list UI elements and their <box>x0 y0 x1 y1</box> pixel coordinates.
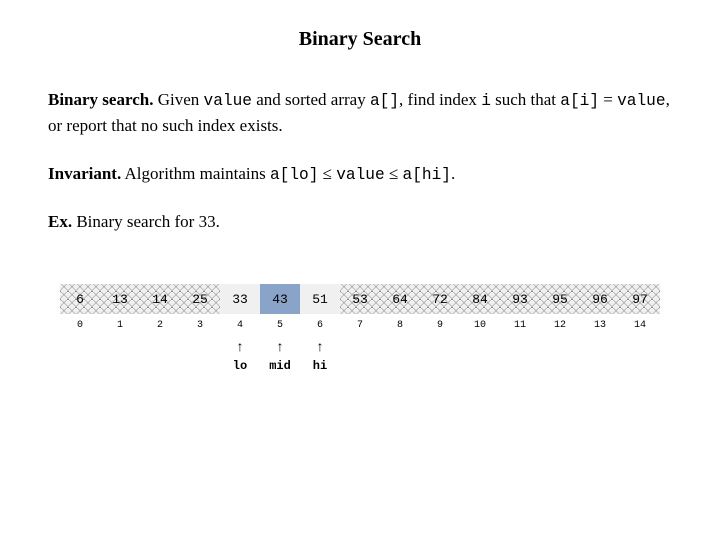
array-index: 11 <box>500 320 540 331</box>
array-index: 6 <box>300 320 340 331</box>
pointer-column <box>100 341 140 373</box>
array-index: 7 <box>340 320 380 331</box>
array-index: 12 <box>540 320 580 331</box>
inv-t1: Algorithm maintains <box>121 164 270 183</box>
def-lead: Binary search. <box>48 90 153 109</box>
pointer-column <box>540 341 580 373</box>
array-cell: 96 <box>580 284 620 314</box>
pointer-column: ↑ mid <box>260 341 300 373</box>
array-cell: 51 <box>300 284 340 314</box>
array-index: 9 <box>420 320 460 331</box>
pointer-column <box>180 341 220 373</box>
inv-c2: value <box>336 166 384 184</box>
def-c3: i <box>481 92 491 110</box>
array-index: 3 <box>180 320 220 331</box>
pointer-column <box>580 341 620 373</box>
pointer-column <box>60 341 100 373</box>
example-paragraph: Ex. Binary search for 33. <box>48 209 672 235</box>
pointer-column <box>420 341 460 373</box>
def-t2: and sorted array <box>252 90 370 109</box>
arrow-up-icon: ↑ <box>317 341 324 355</box>
array-index: 1 <box>100 320 140 331</box>
array-cell: 14 <box>140 284 180 314</box>
array-cells-row: 61314253343515364728493959697 <box>60 284 660 314</box>
arrow-up-icon: ↑ <box>277 341 284 355</box>
array-index: 0 <box>60 320 100 331</box>
definition-paragraph: Binary search. Given value and sorted ar… <box>48 87 672 139</box>
array-cell: 43 <box>260 284 300 314</box>
array-cell: 93 <box>500 284 540 314</box>
pointer-label: mid <box>269 359 291 373</box>
array-cell: 53 <box>340 284 380 314</box>
def-c4: a[i] <box>560 92 599 110</box>
array-diagram: 61314253343515364728493959697 0123456789… <box>48 284 672 373</box>
pointer-column <box>620 341 660 373</box>
array-cell: 95 <box>540 284 580 314</box>
def-t4: such that <box>491 90 560 109</box>
array-cell: 64 <box>380 284 420 314</box>
array-index: 10 <box>460 320 500 331</box>
array-indices-row: 01234567891011121314 <box>60 320 660 331</box>
pointer-column <box>380 341 420 373</box>
inv-le1: ≤ <box>318 164 336 183</box>
array-index: 14 <box>620 320 660 331</box>
inv-c1: a[lo] <box>270 166 318 184</box>
pointer-column <box>500 341 540 373</box>
array-cell: 33 <box>220 284 260 314</box>
array-cell: 72 <box>420 284 460 314</box>
def-t1: Given <box>153 90 203 109</box>
invariant-paragraph: Invariant. Algorithm maintains a[lo] ≤ v… <box>48 161 672 187</box>
inv-lead: Invariant. <box>48 164 121 183</box>
array-index: 5 <box>260 320 300 331</box>
pointer-column <box>140 341 180 373</box>
def-t5: = <box>599 90 617 109</box>
array-pointers-row: ↑ lo ↑ mid ↑ hi <box>60 341 660 373</box>
ex-lead: Ex. <box>48 212 72 231</box>
array-cell: 84 <box>460 284 500 314</box>
pointer-column <box>340 341 380 373</box>
inv-c3: a[hi] <box>403 166 451 184</box>
page-title: Binary Search <box>48 28 672 51</box>
def-c2: a[] <box>370 92 399 110</box>
def-c5: value <box>617 92 665 110</box>
array-index: 13 <box>580 320 620 331</box>
array-index: 2 <box>140 320 180 331</box>
def-t3: , find index <box>399 90 481 109</box>
array-cell: 6 <box>60 284 100 314</box>
pointer-column: ↑ lo <box>220 341 260 373</box>
inv-t2: . <box>451 164 455 183</box>
pointer-column <box>460 341 500 373</box>
pointer-column: ↑ hi <box>300 341 340 373</box>
pointer-label: lo <box>233 359 247 373</box>
array-index: 8 <box>380 320 420 331</box>
inv-le2: ≤ <box>385 164 403 183</box>
array-cell: 97 <box>620 284 660 314</box>
pointer-label: hi <box>313 359 327 373</box>
array-index: 4 <box>220 320 260 331</box>
array-cell: 25 <box>180 284 220 314</box>
array-cell: 13 <box>100 284 140 314</box>
ex-t1: Binary search for 33. <box>72 212 220 231</box>
def-c1: value <box>204 92 252 110</box>
arrow-up-icon: ↑ <box>237 341 244 355</box>
